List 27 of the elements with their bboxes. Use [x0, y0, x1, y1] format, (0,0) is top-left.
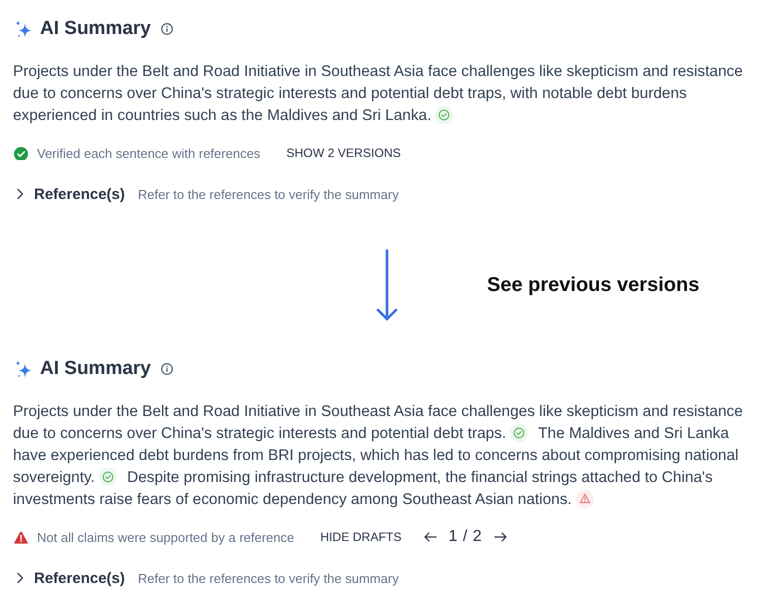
versions-button[interactable]: SHOW 2 VERSIONS — [286, 146, 401, 160]
verification-status: Verified each sentence with references — [37, 146, 260, 160]
summary-title: AI Summary — [40, 17, 151, 41]
info-icon[interactable] — [160, 23, 173, 35]
summary-text: Projects under the Belt and Road Initiative in Southeast Asia face challenges like skepticism and resistance due to concerns over China's strategic interests and potential debt traps. The Maldives and Sri Lanka have experienced debt burdens from BRI projects, which has led to concerns about compromising national sovereignty. Despite promising infrastructure development, the financial strings attached to China's investments raise fears of economic dependency among Southeast Asian nations. — [13, 402, 744, 510]
callout-text: See previous versions — [487, 274, 700, 296]
sparkle-icon — [14, 20, 32, 38]
arrow-right-icon — [494, 532, 508, 542]
summary-title: AI Summary — [40, 357, 151, 381]
previous-button[interactable] — [424, 532, 436, 542]
down-arrow — [376, 249, 398, 321]
info-icon[interactable] — [160, 363, 173, 375]
references-hint: Refer to the references to verify the summary — [138, 570, 399, 586]
verification-status: Not all claims were supported by a reference — [37, 530, 294, 544]
references-toggle[interactable]: Reference(s) — [13, 186, 125, 202]
arrow-left-icon — [424, 532, 436, 542]
check-circle-icon[interactable] — [510, 424, 528, 442]
check-circle-icon[interactable] — [98, 468, 117, 486]
references-toggle[interactable]: Reference(s) — [13, 570, 125, 586]
sparkle-icon — [14, 360, 32, 378]
warning-icon[interactable] — [576, 490, 594, 508]
references-hint: Refer to the references to verify the summary — [138, 186, 399, 202]
versions-button[interactable]: HIDE DRAFTS — [320, 530, 402, 544]
check-circle-icon[interactable] — [435, 106, 454, 124]
page-indicator: 1 / 2 — [448, 528, 482, 546]
summary-text: Projects under the Belt and Road Initiative in Southeast Asia face challenges like skepticism and resistance due to concerns over China's strategic interests and potential debt traps, with notable debt burdens experienced in countries such as the Maldives and Sri Lanka. — [13, 62, 744, 126]
next-button[interactable] — [494, 532, 508, 542]
